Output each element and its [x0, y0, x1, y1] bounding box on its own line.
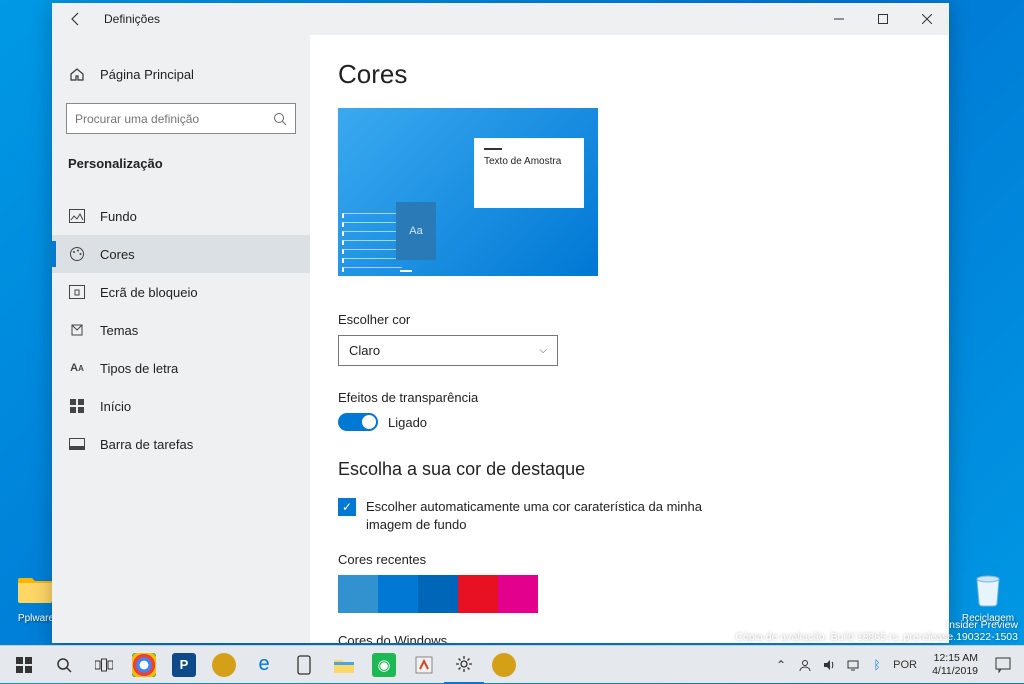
color-swatch[interactable]: [418, 575, 458, 613]
tray-volume-icon[interactable]: [818, 658, 840, 672]
taskbar-app-paint[interactable]: [404, 646, 444, 684]
color-swatch[interactable]: [338, 575, 378, 613]
tray-language[interactable]: POR: [890, 659, 920, 671]
color-swatch[interactable]: [498, 575, 538, 613]
search-box[interactable]: [66, 103, 296, 134]
sidebar: Página Principal Personalização Fundo Co…: [52, 35, 310, 643]
color-mode-dropdown[interactable]: Claro ⌵: [338, 335, 558, 366]
sidebar-item-label: Temas: [100, 323, 138, 338]
dropdown-value: Claro: [349, 343, 380, 358]
sidebar-item-background[interactable]: Fundo: [52, 197, 310, 235]
tray-network-icon[interactable]: [842, 658, 864, 672]
sidebar-item-label: Barra de tarefas: [100, 437, 193, 452]
sidebar-item-lockscreen[interactable]: Ecrã de bloqueio: [52, 273, 310, 311]
close-button[interactable]: [905, 3, 949, 35]
theme-preview: Texto de Amostra Aa: [338, 108, 598, 276]
window-title: Definições: [104, 12, 160, 26]
start-icon: [68, 397, 86, 415]
sidebar-item-themes[interactable]: Temas: [52, 311, 310, 349]
system-tray: ⌃ ᛒ POR: [770, 658, 924, 672]
taskbar: P e ◉ ⌃ ᛒ POR 12:15 AM 4/11/2019: [0, 645, 1024, 683]
sidebar-item-label: Tipos de letra: [100, 361, 178, 376]
sidebar-item-label: Fundo: [100, 209, 137, 224]
folder-icon: [16, 569, 56, 609]
transparency-toggle[interactable]: [338, 413, 378, 431]
choose-color-label: Escolher cor: [338, 312, 921, 327]
tray-bluetooth-icon[interactable]: ᛒ: [866, 658, 888, 672]
sidebar-item-label: Ecrã de bloqueio: [100, 285, 198, 300]
sidebar-item-colors[interactable]: Cores: [52, 235, 310, 273]
fonts-icon: AA: [68, 359, 86, 377]
taskbar-app-settings[interactable]: [444, 646, 484, 684]
accent-heading: Escolha a sua cor de destaque: [338, 459, 921, 480]
preview-sample-card: Texto de Amostra: [474, 138, 584, 208]
sidebar-item-fonts[interactable]: AA Tipos de letra: [52, 349, 310, 387]
sidebar-home-label: Página Principal: [100, 67, 194, 82]
tray-chevron-up-icon[interactable]: ⌃: [770, 658, 792, 672]
tray-people-icon[interactable]: [794, 658, 816, 672]
toggle-state-label: Ligado: [388, 415, 427, 430]
color-swatch[interactable]: [378, 575, 418, 613]
sidebar-home[interactable]: Página Principal: [52, 57, 310, 91]
taskbar-app-phone[interactable]: [284, 646, 324, 684]
color-swatch[interactable]: [458, 575, 498, 613]
taskbar-app-edge[interactable]: e: [244, 646, 284, 684]
palette-icon: [68, 245, 86, 263]
auto-accent-checkbox[interactable]: ✓: [338, 498, 356, 516]
recycle-bin-icon: [968, 569, 1008, 609]
maximize-button[interactable]: [861, 3, 905, 35]
content-pane: Cores Texto de Amostra Aa Escolher cor: [310, 35, 949, 643]
search-icon: [273, 112, 287, 126]
sidebar-item-label: Início: [100, 399, 131, 414]
sidebar-item-start[interactable]: Início: [52, 387, 310, 425]
start-button[interactable]: [4, 646, 44, 684]
lockscreen-icon: [68, 283, 86, 301]
taskbar-app-p[interactable]: P: [164, 646, 204, 684]
titlebar: Definições: [52, 3, 949, 35]
taskbar-app-explorer[interactable]: [324, 646, 364, 684]
taskview-button[interactable]: [84, 646, 124, 684]
transparency-label: Efeitos de transparência: [338, 390, 921, 405]
sidebar-item-label: Cores: [100, 247, 135, 262]
settings-window: Definições Página Principal Personalizaç…: [52, 3, 949, 643]
taskbar-icon: [68, 435, 86, 453]
sidebar-category: Personalização: [52, 148, 310, 185]
minimize-button[interactable]: [817, 3, 861, 35]
taskbar-app-generic2[interactable]: [484, 646, 524, 684]
recent-colors-label: Cores recentes: [338, 552, 921, 567]
search-input[interactable]: [75, 112, 273, 126]
sidebar-item-taskbar[interactable]: Barra de tarefas: [52, 425, 310, 463]
desktop-icon-recycle[interactable]: Reciclagem: [958, 569, 1018, 625]
action-center-button[interactable]: [986, 657, 1020, 673]
auto-accent-label: Escolher automaticamente uma cor carater…: [366, 498, 726, 534]
search-button[interactable]: [44, 646, 84, 684]
home-icon: [68, 65, 86, 83]
taskbar-app-green[interactable]: ◉: [364, 646, 404, 684]
page-title: Cores: [338, 59, 921, 90]
taskbar-clock[interactable]: 12:15 AM 4/11/2019: [924, 652, 986, 677]
recent-colors-row: [338, 575, 921, 613]
taskbar-app-generic1[interactable]: [204, 646, 244, 684]
chevron-down-icon: ⌵: [539, 345, 547, 356]
themes-icon: [68, 321, 86, 339]
insider-watermark: Insider Preview Cópia de avaliação. Buil…: [735, 619, 1018, 643]
back-button[interactable]: [68, 11, 84, 27]
taskbar-app-chrome[interactable]: [124, 646, 164, 684]
picture-icon: [68, 207, 86, 225]
